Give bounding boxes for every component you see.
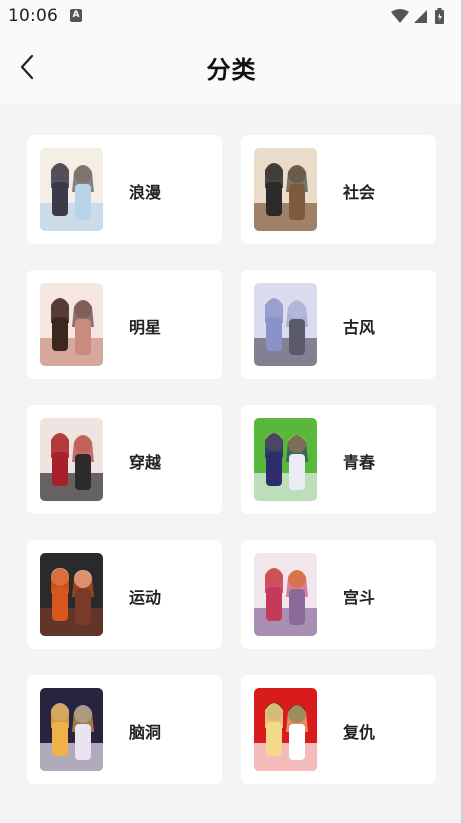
wifi-icon [391,9,409,23]
category-grid: 浪漫 社会明星 古风穿越 青春运动 宫斗脑洞 复仇 [27,135,436,784]
category-card[interactable]: 浪漫 [27,135,222,244]
category-card[interactable]: 古风 [241,270,436,379]
category-cover-image [254,148,317,231]
category-cover-image [40,418,103,501]
category-label: 复仇 [343,723,376,742]
category-cover-image [254,418,317,501]
status-icons [391,8,444,24]
category-card[interactable]: 运动 [27,540,222,649]
battery-icon [435,8,444,24]
category-label: 运动 [129,588,162,607]
category-label: 青春 [343,453,376,472]
header-bar: 分类 [0,32,463,104]
category-cover-image [40,283,103,366]
page-title: 分类 [206,56,257,84]
category-card[interactable]: 青春 [241,405,436,514]
category-cover-image [254,283,317,366]
category-cover-image [254,688,317,771]
cell-signal-icon [414,10,427,23]
category-cover-image [40,553,103,636]
category-label: 脑洞 [129,723,162,742]
category-card[interactable]: 复仇 [241,675,436,784]
status-bar: 10:06 A [0,0,463,32]
category-label: 古风 [343,318,376,337]
category-card[interactable]: 明星 [27,270,222,379]
category-card[interactable]: 脑洞 [27,675,222,784]
category-label: 穿越 [129,453,162,472]
category-card[interactable]: 穿越 [27,405,222,514]
category-screen: 10:06 A 分类 浪漫 社会明星 古风穿越 青春运动 宫斗脑洞 复仇 [0,0,463,823]
category-cover-image [254,553,317,636]
category-cover-image [40,688,103,771]
category-label: 宫斗 [343,588,376,607]
category-label: 明星 [129,318,162,337]
status-time: 10:06 [8,6,58,26]
notification-a-icon: A [70,9,82,22]
category-label: 浪漫 [129,183,162,202]
category-label: 社会 [343,183,376,202]
category-card[interactable]: 社会 [241,135,436,244]
category-card[interactable]: 宫斗 [241,540,436,649]
category-cover-image [40,148,103,231]
